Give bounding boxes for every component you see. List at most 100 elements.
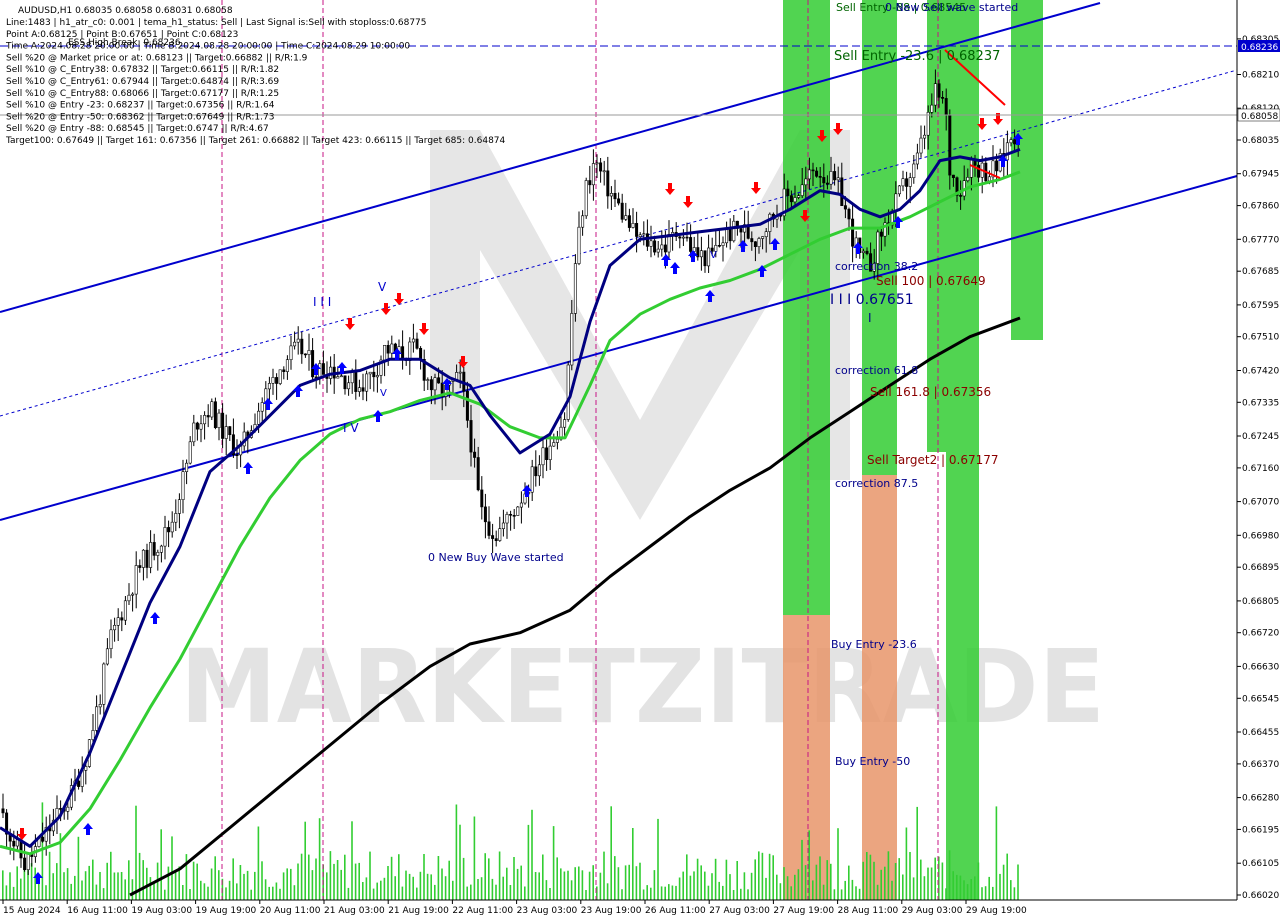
time-tick-label: 23 Aug 19:00 bbox=[581, 906, 642, 916]
candle-body bbox=[761, 236, 765, 239]
volume-bar bbox=[711, 873, 713, 900]
candle-body bbox=[563, 419, 567, 428]
volume-bar bbox=[981, 887, 983, 900]
volume-bar bbox=[848, 865, 850, 900]
volume-bar bbox=[912, 877, 915, 900]
volume-bar bbox=[333, 863, 335, 900]
candle-body bbox=[836, 177, 840, 181]
volume-bar bbox=[552, 826, 555, 900]
volume-bar bbox=[9, 872, 11, 900]
candle-body bbox=[483, 506, 487, 523]
candle-body bbox=[617, 198, 621, 204]
candle-body bbox=[566, 364, 570, 420]
volume-bar bbox=[178, 866, 180, 900]
candle-body bbox=[487, 521, 491, 536]
volume-bar bbox=[232, 858, 234, 900]
price-tick-label: 0.68035 bbox=[1242, 136, 1279, 146]
volume-bar bbox=[635, 866, 638, 900]
current-price-tag-text: 0.68058 bbox=[1241, 112, 1278, 122]
candle-body bbox=[465, 390, 469, 421]
volume-bar bbox=[16, 866, 18, 900]
price-chart[interactable]: MARKETZITRADE Sell Entry -88 | 0.68545 0… bbox=[0, 0, 1280, 920]
volume-bar bbox=[974, 876, 976, 900]
candle-body bbox=[660, 244, 664, 250]
info-line: Sell %20 @ Market price or at: 0.68123 |… bbox=[6, 53, 308, 63]
volume-bar bbox=[254, 871, 256, 900]
volume-bar bbox=[491, 878, 494, 900]
volume-bar bbox=[660, 886, 663, 900]
volume-bar bbox=[786, 876, 789, 900]
candle-body bbox=[156, 551, 160, 556]
candle-body bbox=[609, 193, 613, 197]
volume-bar bbox=[920, 859, 922, 900]
volume-bar bbox=[45, 885, 47, 900]
candle-body bbox=[84, 766, 88, 771]
volume-bar bbox=[167, 866, 170, 900]
candle-body bbox=[879, 231, 883, 237]
volume-bar bbox=[369, 851, 371, 900]
price-tick-label: 0.66105 bbox=[1242, 859, 1279, 869]
candle-body bbox=[303, 353, 307, 356]
volume-bar bbox=[12, 886, 15, 900]
volume-bar bbox=[700, 865, 702, 900]
volume-bar bbox=[844, 880, 846, 900]
volume-bar bbox=[300, 853, 303, 900]
volume-bar bbox=[563, 871, 566, 900]
candle-body bbox=[635, 223, 639, 237]
candle-body bbox=[624, 215, 628, 220]
volume-bar bbox=[484, 853, 486, 900]
volume-bar bbox=[304, 821, 306, 900]
volume-bar bbox=[34, 867, 36, 900]
volume-bar bbox=[801, 839, 803, 900]
price-tick-label: 0.67595 bbox=[1242, 301, 1279, 311]
volume-bar bbox=[984, 886, 987, 900]
candle-body bbox=[501, 522, 505, 529]
candle-body bbox=[188, 441, 192, 464]
candle-body bbox=[505, 513, 509, 524]
candle-body bbox=[977, 164, 981, 178]
volume-bar bbox=[585, 890, 587, 900]
candle-body bbox=[206, 415, 210, 418]
volume-bar bbox=[149, 877, 152, 900]
price-tick-label: 0.66720 bbox=[1242, 629, 1279, 639]
price-tick-label: 0.66455 bbox=[1242, 728, 1279, 738]
volume-bar bbox=[70, 883, 72, 900]
candle-body bbox=[127, 594, 131, 602]
volume-bar bbox=[106, 862, 108, 900]
volume-bar bbox=[819, 856, 821, 900]
candle-body bbox=[159, 545, 163, 553]
volume-bar bbox=[340, 869, 342, 900]
candle-body bbox=[26, 853, 30, 870]
candle-body bbox=[865, 250, 869, 254]
volume-bar bbox=[790, 886, 792, 900]
candle-body bbox=[908, 177, 912, 187]
volume-bar bbox=[344, 854, 346, 900]
candle-body bbox=[591, 163, 595, 186]
candle-body bbox=[141, 549, 145, 568]
volume-bar bbox=[923, 876, 926, 900]
volume-bar bbox=[689, 875, 692, 900]
price-tick-label: 0.68210 bbox=[1242, 71, 1279, 81]
volume-bar bbox=[527, 824, 530, 900]
time-tick-label: 23 Aug 03:00 bbox=[517, 906, 578, 916]
volume-bar bbox=[228, 880, 231, 900]
volume-bar bbox=[938, 856, 940, 900]
volume-bar bbox=[909, 852, 911, 900]
candle-body bbox=[145, 549, 149, 568]
time-tick-label: 27 Aug 19:00 bbox=[773, 906, 834, 916]
volume-bar bbox=[642, 889, 645, 900]
candle-body bbox=[354, 371, 358, 392]
sell-target2-label: Sell Target2 | 0.67177 bbox=[867, 453, 999, 467]
volume-bar bbox=[840, 889, 843, 900]
volume-bar bbox=[574, 867, 576, 900]
candle-body bbox=[541, 447, 545, 466]
volume-bar bbox=[426, 873, 429, 900]
candle-body bbox=[509, 513, 513, 516]
volume-bar bbox=[578, 866, 580, 900]
volume-bar bbox=[776, 874, 778, 900]
candle-body bbox=[969, 159, 973, 178]
candle-body bbox=[336, 376, 340, 379]
volume-bar bbox=[898, 858, 900, 900]
info-line: Sell %10 @ Entry -23: 0.68237 || Target:… bbox=[6, 101, 275, 111]
volume-bar bbox=[779, 883, 782, 900]
